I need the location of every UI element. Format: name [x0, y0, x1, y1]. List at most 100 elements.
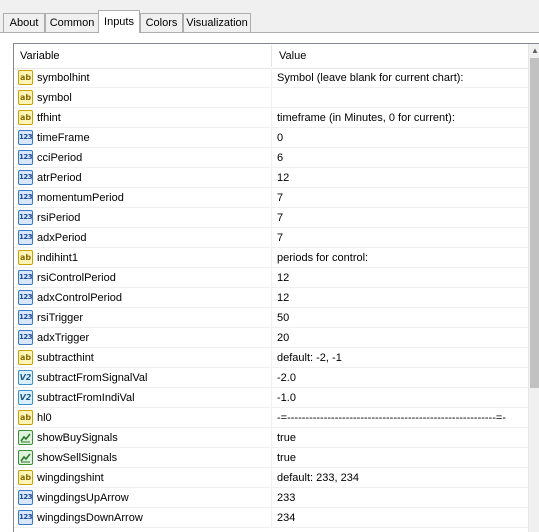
value-cell[interactable]: 0: [271, 128, 528, 148]
variable-value[interactable]: true: [277, 448, 296, 468]
vertical-scrollbar[interactable]: ▲: [528, 44, 539, 532]
value-cell[interactable]: 7: [271, 228, 528, 248]
variable-cell[interactable]: 123 momentumPeriod: [14, 188, 271, 208]
variable-value[interactable]: true: [277, 428, 296, 448]
variable-cell[interactable]: 123 adxTrigger: [14, 328, 271, 348]
table-row[interactable]: ab hl0 -=---------------------------------…: [14, 408, 528, 428]
variable-cell[interactable]: 123 rsiControlPeriod: [14, 268, 271, 288]
value-cell[interactable]: default: 233, 234: [271, 468, 528, 488]
variable-value[interactable]: -2.0: [277, 368, 296, 388]
value-cell[interactable]: true: [271, 448, 528, 468]
variable-value[interactable]: timeframe (in Minutes, 0 for current):: [277, 108, 455, 128]
variable-cell[interactable]: V2 subtractFromIndiVal: [14, 388, 271, 408]
variable-value[interactable]: 50: [277, 308, 289, 328]
variable-cell[interactable]: 123 rsiTrigger: [14, 308, 271, 328]
variable-cell[interactable]: showSellSignals: [14, 448, 271, 468]
table-row[interactable]: ab indihint1 periods for control:: [14, 248, 528, 268]
variable-value[interactable]: 0: [277, 128, 283, 148]
value-cell[interactable]: 12: [271, 288, 528, 308]
variable-cell[interactable]: 123 wingdingsUpArrow: [14, 488, 271, 508]
table-row[interactable]: showSellSignals true: [14, 448, 528, 468]
table-row[interactable]: ab subtracthint default: -2, -1: [14, 348, 528, 368]
variable-cell[interactable]: ab subtracthint: [14, 348, 271, 368]
table-row[interactable]: 123 cciPeriod 6: [14, 148, 528, 168]
table-row[interactable]: 123 wingdingsDownArrow 234: [14, 508, 528, 528]
variable-cell[interactable]: ab hl0: [14, 408, 271, 428]
value-cell[interactable]: 20: [271, 328, 528, 348]
variable-value[interactable]: 7: [277, 188, 283, 208]
table-row[interactable]: V2 subtractFromIndiVal -1.0: [14, 388, 528, 408]
variable-value[interactable]: 12: [277, 288, 289, 308]
variable-value[interactable]: -1.0: [277, 388, 296, 408]
table-row[interactable]: ab wingdingshint default: 233, 234: [14, 468, 528, 488]
value-cell[interactable]: timeframe (in Minutes, 0 for current):: [271, 108, 528, 128]
tab-visualization[interactable]: Visualization: [183, 13, 251, 32]
variable-value[interactable]: periods for control:: [277, 248, 368, 268]
variable-cell[interactable]: ab symbol: [14, 88, 271, 108]
value-cell[interactable]: Symbol (leave blank for current chart):: [271, 68, 528, 88]
variable-cell[interactable]: 123 atrPeriod: [14, 168, 271, 188]
table-row[interactable]: ab symbol: [14, 88, 528, 108]
variable-value[interactable]: 7: [277, 228, 283, 248]
tab-common[interactable]: Common: [45, 13, 99, 32]
value-cell[interactable]: 50: [271, 308, 528, 328]
variable-value[interactable]: -=--------------------------------------…: [277, 408, 506, 428]
variable-cell[interactable]: ab symbolhint: [14, 68, 271, 88]
variable-value[interactable]: Symbol (leave blank for current chart):: [277, 68, 463, 88]
scrollbar-thumb[interactable]: [530, 58, 539, 388]
value-cell[interactable]: 233: [271, 488, 528, 508]
column-header-value[interactable]: Value: [273, 44, 528, 68]
value-cell[interactable]: 234: [271, 508, 528, 528]
variable-cell[interactable]: 123 rsiPeriod: [14, 208, 271, 228]
value-cell[interactable]: true: [271, 428, 528, 448]
value-cell[interactable]: [271, 88, 528, 108]
variable-cell[interactable]: 123 wingdingsDownArrow: [14, 508, 271, 528]
table-row[interactable]: V2 subtractFromSignalVal -2.0: [14, 368, 528, 388]
variable-cell[interactable]: 123 adxPeriod: [14, 228, 271, 248]
variable-cell[interactable]: ab wingdingshint: [14, 468, 271, 488]
table-row[interactable]: ab tfhint timeframe (in Minutes, 0 for cur…: [14, 108, 528, 128]
variable-value[interactable]: default: -2, -1: [277, 348, 342, 368]
variable-cell[interactable]: 123 adxControlPeriod: [14, 288, 271, 308]
table-row[interactable]: 123 momentumPeriod 7: [14, 188, 528, 208]
table-row[interactable]: 123 rsiPeriod 7: [14, 208, 528, 228]
table-row[interactable]: 123 adxControlPeriod 12: [14, 288, 528, 308]
variable-value[interactable]: 12: [277, 168, 289, 188]
variable-cell[interactable]: V2 subtractFromSignalVal: [14, 368, 271, 388]
value-cell[interactable]: -1.0: [271, 388, 528, 408]
value-cell[interactable]: 6: [271, 148, 528, 168]
table-row[interactable]: 123 wingdingsUpArrow 233: [14, 488, 528, 508]
variable-value[interactable]: 233: [277, 488, 295, 508]
variable-value[interactable]: 234: [277, 508, 295, 528]
variable-value[interactable]: default: 233, 234: [277, 468, 359, 488]
variable-value[interactable]: 20: [277, 328, 289, 348]
value-cell[interactable]: periods for control:: [271, 248, 528, 268]
tab-about[interactable]: About: [3, 13, 45, 32]
variable-value[interactable]: 12: [277, 268, 289, 288]
table-row[interactable]: 123 rsiControlPeriod 12: [14, 268, 528, 288]
scroll-up-icon[interactable]: ▲: [529, 44, 539, 58]
tab-inputs[interactable]: Inputs: [98, 10, 140, 33]
value-cell[interactable]: default: -2, -1: [271, 348, 528, 368]
value-cell[interactable]: 7: [271, 208, 528, 228]
table-row[interactable]: 123 adxPeriod 7: [14, 228, 528, 248]
table-row[interactable]: 123 timeFrame 0: [14, 128, 528, 148]
table-row[interactable]: 123 atrPeriod 12: [14, 168, 528, 188]
value-cell[interactable]: 7: [271, 188, 528, 208]
variable-cell[interactable]: ab tfhint: [14, 108, 271, 128]
variable-cell[interactable]: showBuySignals: [14, 428, 271, 448]
column-header-variable[interactable]: Variable: [14, 44, 271, 68]
column-separator[interactable]: [271, 45, 272, 67]
table-row[interactable]: ab symbolhint Symbol (leave blank for curr…: [14, 68, 528, 88]
variable-cell[interactable]: 123 cciPeriod: [14, 148, 271, 168]
table-row[interactable]: 123 adxTrigger 20: [14, 328, 528, 348]
value-cell[interactable]: 12: [271, 168, 528, 188]
variable-value[interactable]: 6: [277, 148, 283, 168]
variable-cell[interactable]: 123 timeFrame: [14, 128, 271, 148]
variable-value[interactable]: 7: [277, 208, 283, 228]
value-cell[interactable]: -2.0: [271, 368, 528, 388]
value-cell[interactable]: 12: [271, 268, 528, 288]
table-row[interactable]: showBuySignals true: [14, 428, 528, 448]
table-row[interactable]: 123 rsiTrigger 50: [14, 308, 528, 328]
variable-cell[interactable]: ab indihint1: [14, 248, 271, 268]
